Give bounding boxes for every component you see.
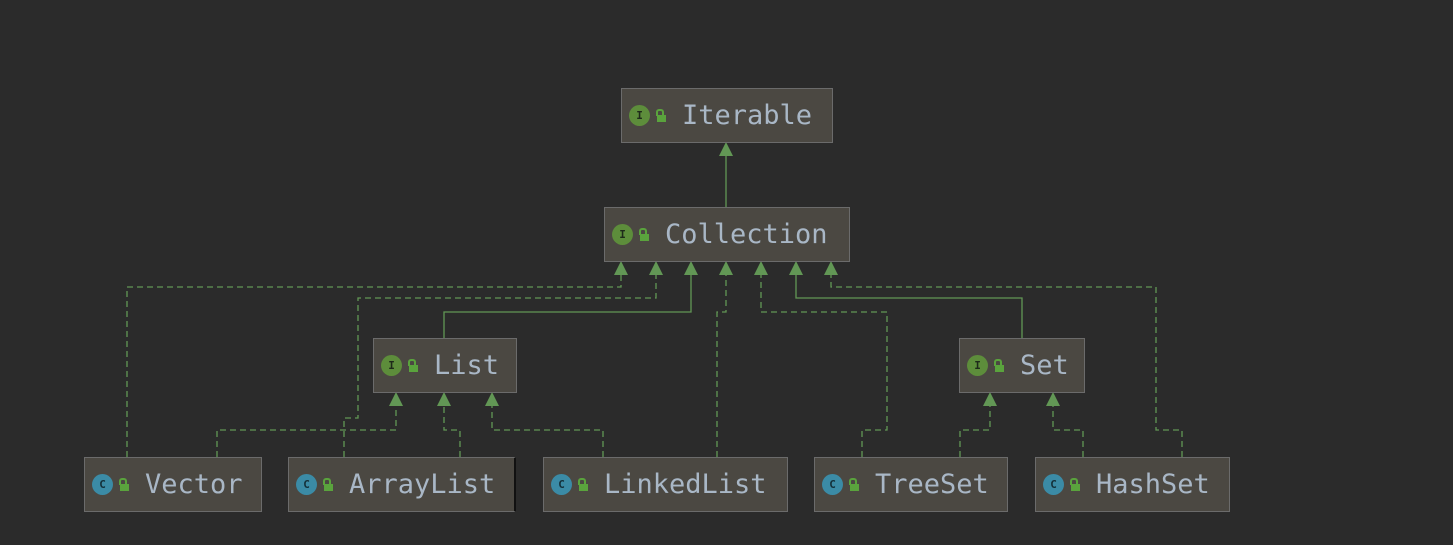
public-visibility-icon (578, 478, 588, 491)
arrowhead-icon (614, 261, 628, 275)
arrowhead-icon (719, 142, 733, 156)
public-visibility-icon (119, 478, 129, 491)
interface-icon: I (612, 224, 633, 245)
arrowhead-icon (719, 261, 733, 275)
node-label: TreeSet (875, 469, 989, 500)
public-visibility-icon (656, 109, 666, 122)
node-label: Vector (145, 469, 243, 500)
interface-icon: I (967, 355, 988, 376)
arrowhead-icon (649, 261, 663, 275)
public-visibility-icon (408, 359, 418, 372)
node-linkedlist[interactable]: C LinkedList (543, 457, 788, 512)
public-visibility-icon (849, 478, 859, 491)
public-visibility-icon (323, 478, 333, 491)
public-visibility-icon (639, 228, 649, 241)
node-label: LinkedList (604, 469, 767, 500)
edge-arraylist-to-list (443, 406, 461, 457)
class-icon: C (1043, 474, 1064, 495)
class-icon: C (551, 474, 572, 495)
interface-icon: I (629, 105, 650, 126)
arrowhead-icon (824, 261, 838, 275)
interface-icon: I (381, 355, 402, 376)
edge-linkedlist-to-collection (716, 275, 727, 457)
node-label: Set (1020, 350, 1069, 381)
node-label: Iterable (682, 100, 813, 131)
arrowhead-icon (789, 261, 803, 275)
node-label: Collection (665, 219, 828, 250)
arrowhead-icon (437, 392, 451, 406)
class-icon: C (296, 474, 317, 495)
arrowhead-icon (389, 392, 403, 406)
node-treeset[interactable]: C TreeSet (814, 457, 1008, 512)
node-arraylist[interactable]: C ArrayList (288, 457, 516, 512)
node-collection[interactable]: I Collection (604, 207, 850, 262)
arrowhead-icon (1046, 392, 1060, 406)
public-visibility-icon (994, 359, 1004, 372)
class-icon: C (92, 474, 113, 495)
arrowhead-icon (684, 261, 698, 275)
edge-linkedlist-to-list (491, 406, 604, 457)
node-vector[interactable]: C Vector (84, 457, 262, 512)
edge-hashset-to-set (1052, 406, 1084, 457)
node-label: List (434, 350, 500, 381)
node-hashset[interactable]: C HashSet (1035, 457, 1230, 512)
arrowhead-icon (983, 392, 997, 406)
node-list[interactable]: I List (373, 338, 517, 393)
edge-treeset-to-set (959, 406, 991, 457)
node-iterable[interactable]: I Iterable (621, 88, 833, 143)
arrowhead-icon (485, 392, 499, 406)
node-label: ArrayList (349, 469, 496, 500)
edge-set-to-collection (795, 275, 1023, 338)
arrowhead-icon (754, 261, 768, 275)
edge-treeset-to-collection (760, 275, 888, 457)
node-label: HashSet (1096, 469, 1210, 500)
public-visibility-icon (1070, 478, 1080, 491)
node-set[interactable]: I Set (959, 338, 1085, 393)
edge-list-to-collection (443, 275, 692, 338)
edge-vector-to-list (216, 406, 397, 457)
class-icon: C (822, 474, 843, 495)
